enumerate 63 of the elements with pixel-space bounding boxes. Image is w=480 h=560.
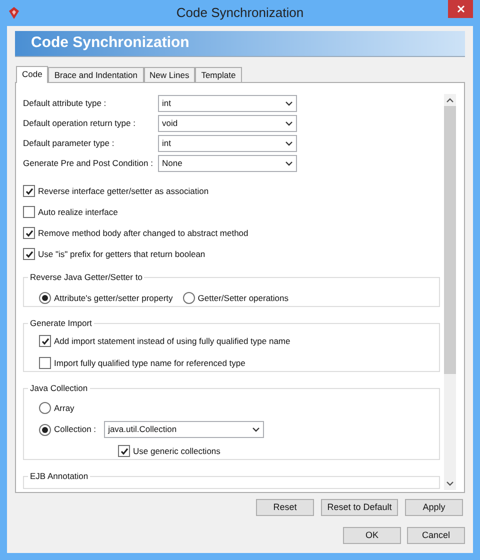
checkbox[interactable] [23,227,35,239]
dialog-button[interactable]: Reset [256,499,314,516]
checkbox-label: Reverse interface getter/setter as association [38,184,209,198]
dropdown[interactable]: None [158,155,297,172]
tab[interactable]: Template [195,67,242,82]
checkbox[interactable] [23,185,35,197]
checkbox[interactable] [118,445,130,457]
close-button[interactable] [448,0,473,18]
tab[interactable]: Brace and Indentation [48,67,144,82]
dialog-button[interactable]: OK [343,527,401,544]
checkbox-label: Use generic collections [133,444,220,458]
chevron-down-icon [285,121,293,126]
checkbox-label: Auto realize interface [38,206,118,218]
checkbox-label: Import fully qualified type name for referenced type [54,356,246,370]
dialog-button[interactable]: Reset to Default [321,499,398,516]
group-title: Generate Import [28,317,94,329]
dropdown-value: None [162,157,182,170]
tab[interactable]: New Lines [144,67,196,82]
checkbox-label: Use "is" prefix for getters that return boolean [38,248,206,260]
dropdown-value: int [162,97,171,110]
dialog-button[interactable]: Cancel [407,527,465,544]
window-title: Code Synchronization [176,4,304,22]
chevron-down-icon [285,141,293,146]
chevron-down-icon [285,101,293,106]
radio-button[interactable] [39,292,51,304]
checkbox-label: Remove method body after changed to abstract method [38,226,248,240]
radio-button[interactable] [39,424,51,436]
scroll-down-icon [446,481,454,487]
field-label: Generate Pre and Post Condition : [23,157,154,170]
checkbox-label: Add import statement instead of using fully qualified type name [54,334,290,348]
field-label: Default attribute type : [23,97,108,110]
dropdown-value: void [162,117,178,130]
radio-button[interactable] [182,292,195,304]
group-title: EJB Annotation [28,470,90,482]
chevron-down-icon [285,161,293,166]
app-logo-icon [8,7,20,19]
dropdown-value: int [162,137,171,150]
scroll-up-icon [446,97,454,103]
banner-title: Code Synchronization [31,33,190,54]
radio-label: Attribute's getter/setter property [54,292,173,304]
radio-label: Getter/Setter operations [198,292,289,304]
dialog-button[interactable]: Apply [405,499,463,516]
chevron-down-icon [252,427,260,432]
dropdown[interactable]: java.util.Collection [104,421,264,438]
group-title: Java Collection [28,382,90,394]
scrollbar-thumb[interactable] [444,106,456,374]
field-label: Default parameter type : [23,137,116,150]
radio-button[interactable] [39,402,51,414]
checkbox[interactable] [39,335,51,347]
tab[interactable]: Code [16,66,48,83]
field-label: Default operation return type : [23,117,136,130]
checkbox[interactable] [23,248,35,260]
close-icon [456,5,464,13]
checkbox[interactable] [23,206,35,218]
dropdown[interactable]: void [158,115,297,132]
radio-label: Collection : [54,423,96,436]
dropdown[interactable]: int [158,95,297,112]
scrollbar[interactable] [444,94,456,490]
checkbox[interactable] [39,357,51,369]
radio-label: Array [54,402,74,414]
dropdown-value: java.util.Collection [108,423,177,436]
group-title: Reverse Java Getter/Setter to [28,271,144,283]
dropdown[interactable]: int [158,135,297,152]
